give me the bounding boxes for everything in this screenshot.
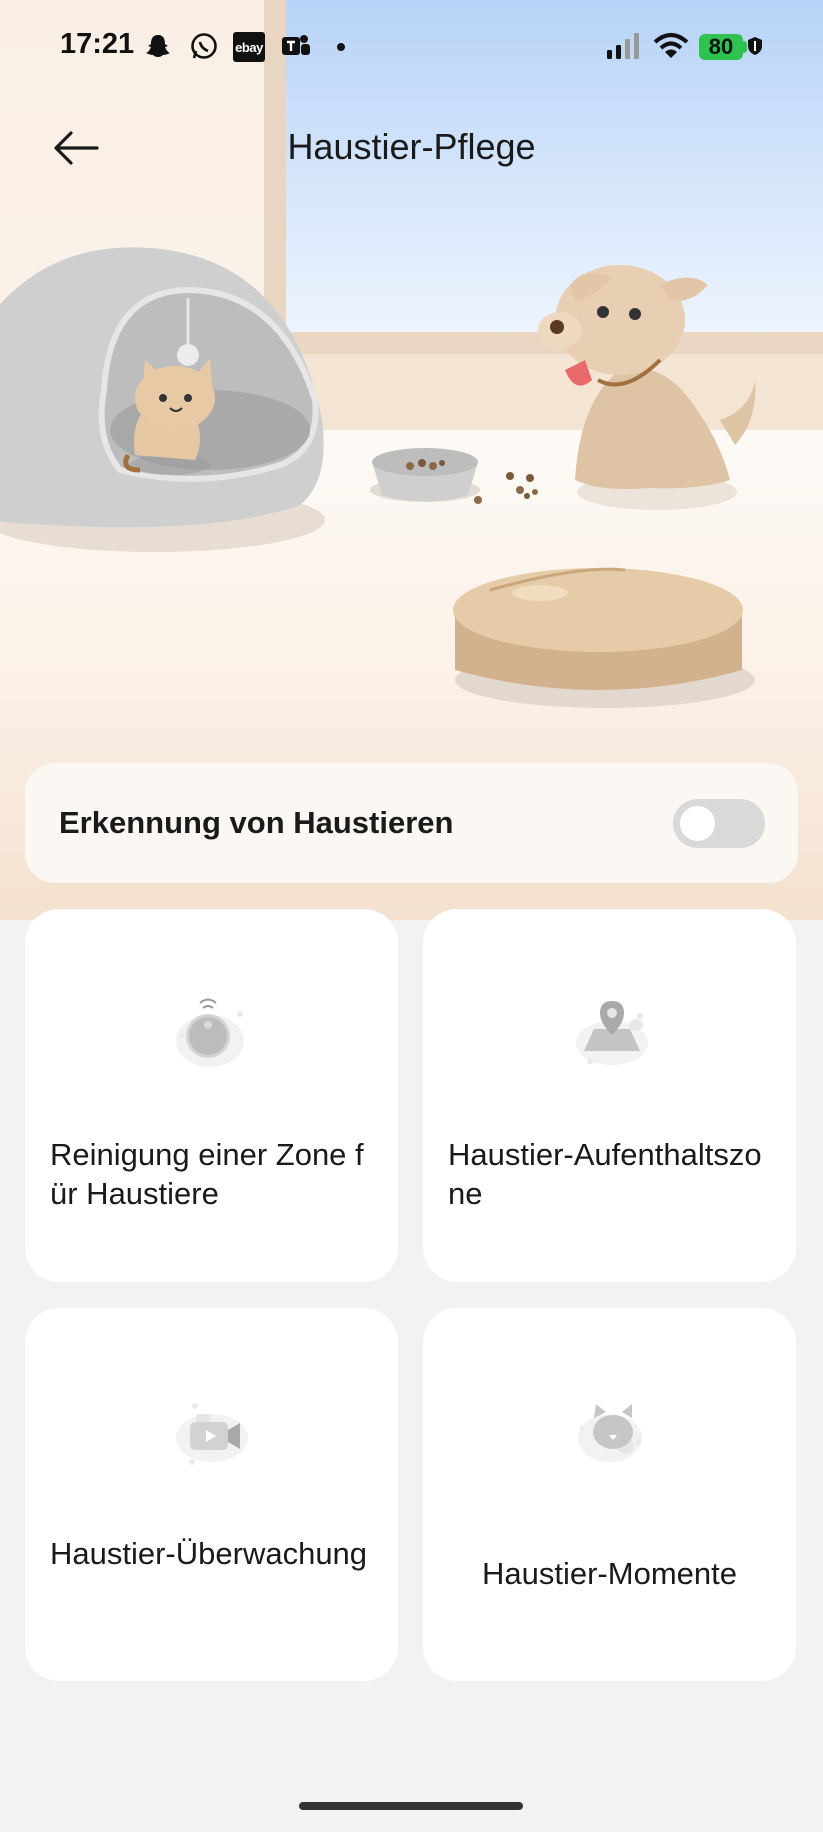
pet-detection-card: Erkennung von Haustieren (25, 763, 798, 883)
card-pet-zone-label: Haustier-Aufenthaltszone (448, 1137, 762, 1211)
robot-vacuum-icon (162, 981, 262, 1081)
pet-detection-label: Erkennung von Haustieren (59, 805, 454, 840)
battery-icon: 80 (699, 34, 743, 60)
map-pin-icon (560, 981, 660, 1081)
cat-face-icon (560, 1380, 660, 1480)
battery-level: 80 (708, 34, 734, 59)
video-camera-icon (162, 1380, 262, 1480)
whatsapp-icon (187, 30, 221, 62)
card-zone-cleaning-label: Reinigung einer Zone für Haustiere (50, 1137, 364, 1211)
ebay-icon: ebay (233, 32, 265, 62)
card-pet-monitoring-label: Haustier-Überwachung (50, 1536, 368, 1571)
ebay-icon-text: ebay (235, 39, 263, 55)
card-pet-monitoring[interactable]: Haustier-Überwachung (25, 1308, 398, 1681)
card-pet-moments-label: Haustier-Momente (482, 1556, 737, 1591)
card-pet-moments[interactable]: Haustier-Momente (423, 1308, 796, 1681)
toggle-knob (680, 806, 715, 841)
card-zone-cleaning[interactable]: Reinigung einer Zone für Haustiere (25, 909, 398, 1282)
pet-detection-toggle[interactable] (673, 799, 765, 848)
snapchat-icon (142, 30, 174, 62)
wifi-icon (651, 30, 691, 62)
signal-icon (604, 30, 642, 62)
notification-dot (337, 43, 345, 51)
card-pet-zone[interactable]: Haustier-Aufenthaltszone (423, 909, 796, 1282)
teams-icon (279, 30, 313, 62)
home-indicator[interactable] (299, 1802, 523, 1810)
vpn-shield-icon (745, 30, 765, 62)
page-title: Haustier-Pflege (287, 126, 536, 167)
status-bar: 17:21 ebay 80 (0, 0, 823, 95)
status-time: 17:21 (60, 28, 135, 60)
